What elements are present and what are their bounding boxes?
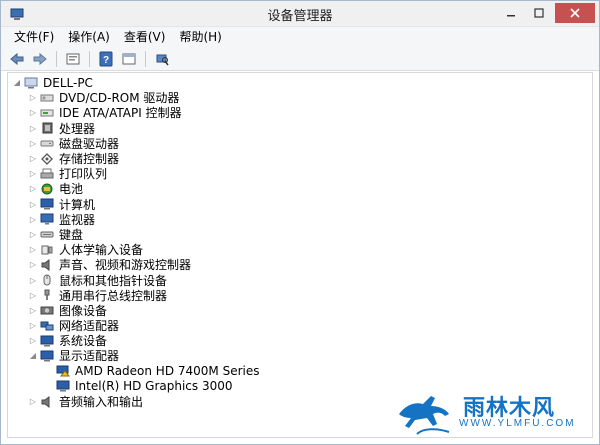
menu-help[interactable]: 帮助(H) (172, 27, 228, 47)
tree-item-display[interactable]: ◢ 显示适配器 (8, 348, 592, 363)
expand-caret-icon[interactable]: ▷ (28, 184, 38, 194)
watermark: 雨林木风 WWW.YLMFU.COM (393, 380, 593, 438)
title-bar: 设备管理器 (1, 1, 599, 27)
tree-item-disk[interactable]: ▷ 磁盘驱动器 (8, 136, 592, 151)
expand-caret-icon[interactable]: ▷ (28, 93, 38, 103)
menu-view[interactable]: 查看(V) (117, 27, 173, 47)
tree-item-hid[interactable]: ▷ 人体学输入设备 (8, 242, 592, 257)
tree-item-sound[interactable]: ▷ 声音、视频和游戏控制器 (8, 257, 592, 272)
expand-caret-icon[interactable]: ▷ (28, 123, 38, 133)
tree-root-label: DELL-PC (43, 75, 93, 90)
properties-icon[interactable] (63, 49, 83, 69)
forward-arrow-icon[interactable] (30, 49, 50, 69)
tree-root[interactable]: ◢ DELL-PC (8, 75, 592, 90)
battery-icon (40, 183, 54, 195)
toolbar-separator (89, 50, 90, 67)
computer-icon (40, 198, 54, 210)
toolbar-separator (56, 50, 57, 67)
tree-item-label: 显示适配器 (59, 349, 120, 364)
expand-caret-icon[interactable]: ▷ (28, 154, 38, 164)
tree-item-computer[interactable]: ▷ 计算机 (8, 197, 592, 212)
minimize-button[interactable] (497, 3, 525, 23)
tree-item-usb[interactable]: ▷ 通用串行总线控制器 (8, 288, 592, 303)
menu-file[interactable]: 文件(F) (7, 27, 61, 47)
tree-item-storage[interactable]: ▷ 存储控制器 (8, 151, 592, 166)
keyboard-icon (40, 228, 54, 240)
expand-caret-icon[interactable]: ▷ (28, 229, 38, 239)
expand-caret-icon[interactable]: ▷ (28, 321, 38, 331)
collapse-caret-icon[interactable]: ◢ (28, 351, 38, 361)
expand-caret-icon[interactable]: ▷ (28, 214, 38, 224)
display-adapter-icon (56, 380, 70, 392)
expand-caret-icon[interactable]: ▷ (28, 169, 38, 179)
tree-item-battery[interactable]: ▷ 电池 (8, 181, 592, 196)
dvd-drive-icon (40, 92, 54, 104)
back-arrow-icon[interactable] (7, 49, 27, 69)
expand-caret-icon[interactable]: ▷ (28, 336, 38, 346)
tree-item-imaging[interactable]: ▷ 图像设备 (8, 303, 592, 318)
mouse-icon (40, 274, 54, 286)
scan-hardware-icon[interactable] (152, 49, 172, 69)
tree-child-amd[interactable]: AMD Radeon HD 7400M Series (8, 364, 592, 379)
display-adapter-warning-icon (56, 365, 71, 377)
tree-item-label: AMD Radeon HD 7400M Series (75, 364, 260, 379)
toolbar-separator (145, 50, 146, 67)
tree-item-dvd[interactable]: ▷ DVD/CD-ROM 驱动器 (8, 90, 592, 105)
speaker-icon (40, 395, 54, 408)
watermark-url: WWW.YLMFU.COM (459, 418, 576, 429)
speaker-icon (40, 258, 54, 271)
close-button[interactable] (555, 3, 595, 23)
tree-item-keyboard[interactable]: ▷ 键盘 (8, 227, 592, 242)
system-device-icon (40, 335, 54, 347)
expand-caret-icon[interactable]: ▷ (28, 108, 38, 118)
menu-bar: 文件(F) 操作(A) 查看(V) 帮助(H) (1, 27, 599, 47)
menu-action[interactable]: 操作(A) (61, 27, 117, 47)
horse-logo-icon (399, 396, 450, 435)
svg-text:?: ? (103, 55, 109, 66)
maximize-button[interactable] (525, 3, 553, 23)
tree-item-network[interactable]: ▷ 网络适配器 (8, 318, 592, 333)
hid-icon (40, 244, 54, 256)
expand-caret-icon[interactable]: ▷ (28, 260, 38, 270)
tree-item-processor[interactable]: ▷ 处理器 (8, 121, 592, 136)
camera-icon (40, 304, 54, 316)
expand-caret-icon[interactable]: ▷ (28, 245, 38, 255)
storage-controller-icon (40, 152, 54, 165)
disk-drive-icon (40, 137, 54, 149)
collapse-caret-icon[interactable]: ◢ (12, 78, 22, 88)
help-icon[interactable]: ? (96, 49, 116, 69)
ide-controller-icon (40, 107, 54, 119)
tree-item-ide[interactable]: ▷ IDE ATA/ATAPI 控制器 (8, 105, 592, 120)
printer-icon (40, 168, 54, 180)
tree-item-monitor[interactable]: ▷ 监视器 (8, 212, 592, 227)
monitor-icon (40, 213, 54, 225)
tree-item-label: Intel(R) HD Graphics 3000 (75, 379, 233, 394)
view-icon[interactable] (119, 49, 139, 69)
toolbar: ? (1, 47, 599, 71)
tree-item-label: 音频输入和输出 (59, 395, 144, 410)
device-manager-window: 设备管理器 文件(F) 操作(A) 查看(V) 帮助(H) ? ◢ DELL-P… (0, 0, 600, 445)
display-adapter-icon (40, 350, 54, 362)
tree-item-print-queue[interactable]: ▷ 打印队列 (8, 166, 592, 181)
expand-caret-icon[interactable]: ▷ (28, 138, 38, 148)
expand-caret-icon[interactable]: ▷ (28, 397, 38, 407)
tree-item-mouse[interactable]: ▷ 鼠标和其他指针设备 (8, 272, 592, 288)
expand-caret-icon[interactable]: ▷ (28, 290, 38, 300)
expand-caret-icon[interactable]: ▷ (28, 305, 38, 315)
tree-item-system[interactable]: ▷ 系统设备 (8, 333, 592, 348)
processor-icon (40, 122, 54, 134)
usb-icon (40, 289, 54, 301)
network-adapter-icon (40, 320, 54, 332)
expand-caret-icon[interactable]: ▷ (28, 275, 38, 285)
computer-icon (24, 77, 38, 89)
expand-caret-icon[interactable]: ▷ (28, 199, 38, 209)
